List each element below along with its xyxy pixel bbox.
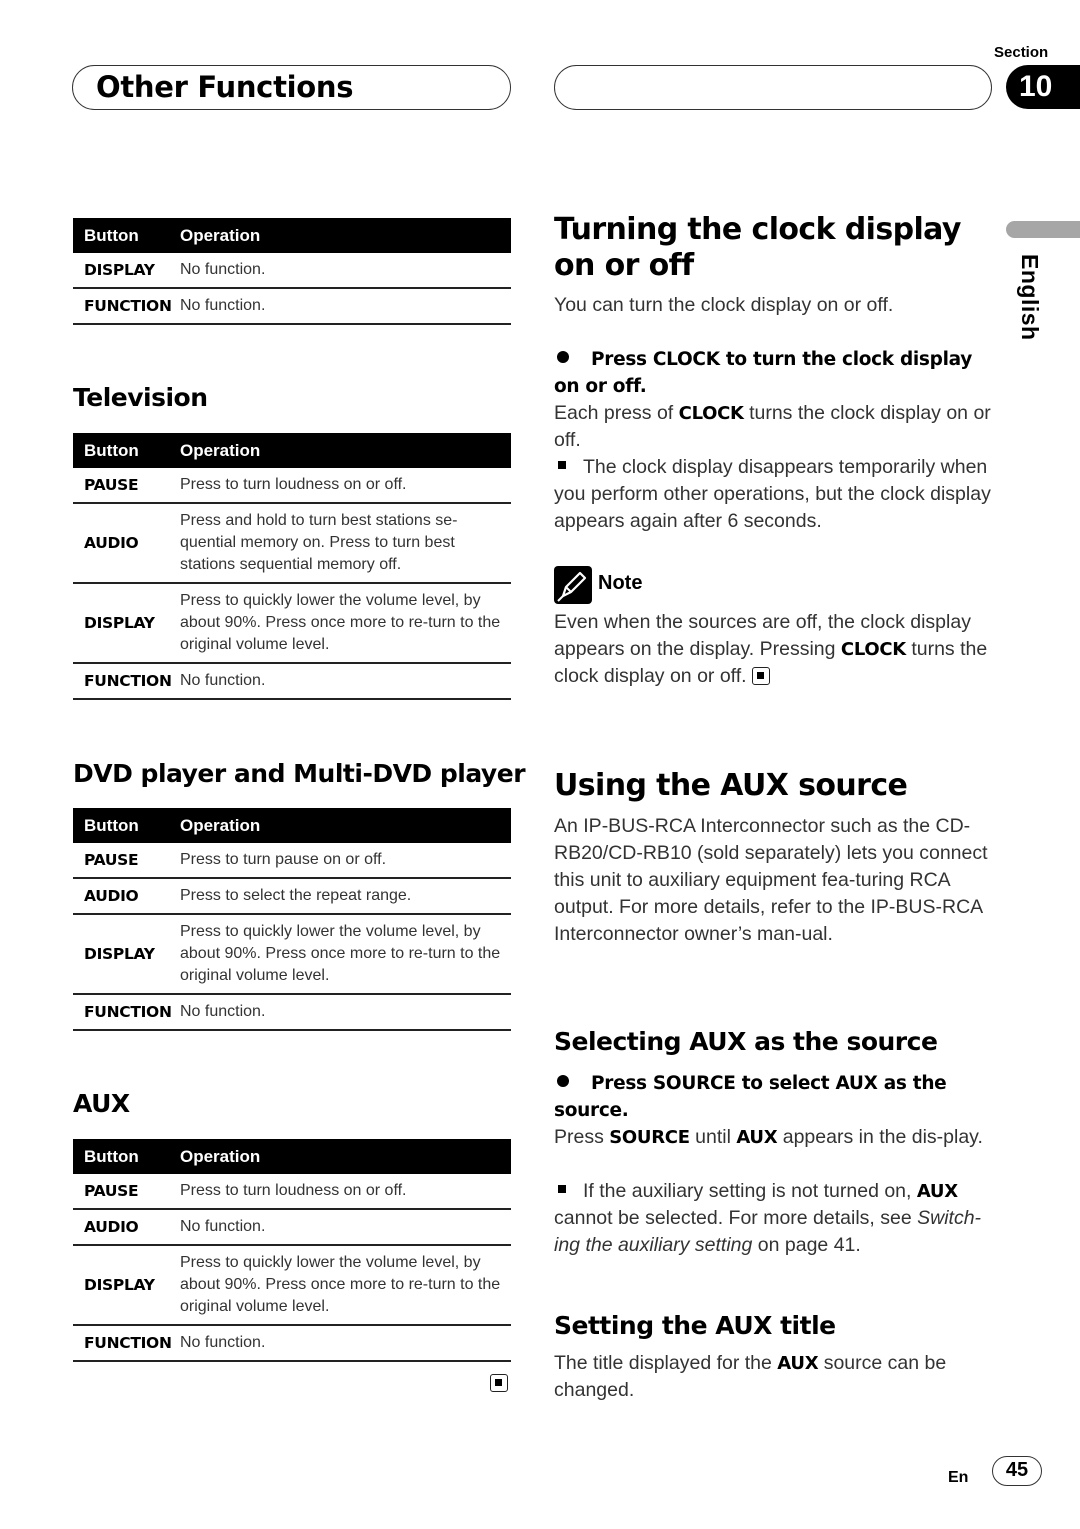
end-of-section-icon <box>752 667 770 685</box>
button-name: AUDIO <box>84 887 139 905</box>
dvd-table: Button Operation PAUSE Press to turn pau… <box>73 808 511 1031</box>
header-button: Button <box>84 440 139 460</box>
aux-heading: AUX <box>73 1089 130 1118</box>
table-row: FUNCTION No function. <box>73 289 511 325</box>
header-operation: Operation <box>180 815 261 835</box>
clock-heading: Turning the clock display on or off <box>554 212 961 283</box>
operation-text: Press to quickly lower the volume level,… <box>180 923 501 984</box>
table-row: DISPLAY Press to quickly lower the volum… <box>73 584 511 664</box>
table-header: Button Operation <box>73 433 511 468</box>
button-name: FUNCTION <box>84 1003 172 1021</box>
button-name: FUNCTION <box>84 297 172 315</box>
table-header: Button Operation <box>73 218 511 253</box>
table-header: Button Operation <box>73 808 511 843</box>
table-row: FUNCTION No function. <box>73 995 511 1031</box>
button-name: DISPLAY <box>84 614 155 632</box>
operation-text: No function. <box>180 261 266 278</box>
square-bullet-icon <box>558 1185 566 1193</box>
square-bullet-icon <box>558 461 566 469</box>
operation-text: No function. <box>180 1003 266 1020</box>
operation-text: Press to turn loudness on or off. <box>180 1182 407 1199</box>
step-bullet-icon <box>557 1075 569 1087</box>
button-name: PAUSE <box>84 476 139 494</box>
clock-step-text: Press CLOCK to turn the clock display on… <box>554 349 973 397</box>
table-row: DISPLAY Press to quickly lower the volum… <box>73 1246 511 1326</box>
page-number: 45 <box>992 1456 1042 1486</box>
clock-step-body: Each press of CLOCK turns the clock disp… <box>554 402 991 451</box>
operation-text: Press and hold to turn best stations se-… <box>180 512 458 573</box>
operation-text: Press to turn pause on or off. <box>180 851 387 868</box>
button-name: DISPLAY <box>84 261 155 279</box>
table-header: Button Operation <box>73 1139 511 1174</box>
chapter-title: Other Functions <box>96 70 354 104</box>
operation-text: No function. <box>180 297 266 314</box>
operation-text: Press to turn loudness on or off. <box>180 476 407 493</box>
continued-table: Button Operation DISPLAY No function. FU… <box>73 218 511 325</box>
note-label: Note <box>598 572 643 594</box>
table-row: PAUSE Press to turn pause on or off. <box>73 843 511 879</box>
selecting-body: Press SOURCE until AUX appears in the di… <box>554 1126 983 1148</box>
television-table: Button Operation PAUSE Press to turn lou… <box>73 433 511 700</box>
header-operation: Operation <box>180 225 261 245</box>
aux-title-body: The title displayed for the AUX source c… <box>554 1352 947 1401</box>
button-name: PAUSE <box>84 1182 139 1200</box>
operation-text: No function. <box>180 1334 266 1351</box>
table-row: AUDIO Press and hold to turn best statio… <box>73 504 511 584</box>
table-row: DISPLAY No function. <box>73 253 511 289</box>
chapter-title-box: Other Functions <box>72 65 511 110</box>
operation-text: Press to select the repeat range. <box>180 887 412 904</box>
selecting-bullet: If the auxiliary setting is not turned o… <box>554 1180 982 1256</box>
table-row: FUNCTION No function. <box>73 1326 511 1362</box>
operation-text: No function. <box>180 1218 266 1235</box>
aux-source-heading: Using the AUX source <box>554 768 908 803</box>
selecting-step: Press SOURCE to select AUX as the source… <box>554 1073 947 1121</box>
language-label: English <box>1017 254 1043 341</box>
table-row: AUDIO No function. <box>73 1210 511 1246</box>
aux-table: Button Operation PAUSE Press to turn lou… <box>73 1139 511 1362</box>
clock-bullet: The clock display disappears temporarily… <box>554 456 991 532</box>
step-bullet-icon <box>557 351 569 363</box>
section-label: Section <box>994 44 1049 61</box>
end-of-section-icon <box>490 1374 508 1392</box>
header-button: Button <box>84 225 139 245</box>
selecting-heading: Selecting AUX as the source <box>554 1027 938 1056</box>
aux-source-body: An IP-BUS-RCA Interconnector such as the… <box>554 815 988 945</box>
operation-text: Press to quickly lower the volume level,… <box>180 1254 501 1315</box>
section-number-badge: 10 <box>1006 65 1080 109</box>
dvd-heading: DVD player and Multi-DVD player <box>73 759 526 788</box>
footer-language-code: En <box>948 1469 969 1486</box>
button-name: FUNCTION <box>84 1334 172 1352</box>
note-body: Even when the sources are off, the clock… <box>554 611 988 687</box>
clock-intro: You can turn the clock display on or off… <box>554 294 894 316</box>
header-button: Button <box>84 815 139 835</box>
table-row: DISPLAY Press to quickly lower the volum… <box>73 915 511 995</box>
button-name: AUDIO <box>84 1218 139 1236</box>
header-operation: Operation <box>180 1146 261 1166</box>
table-row: FUNCTION No function. <box>73 664 511 700</box>
table-row: PAUSE Press to turn loudness on or off. <box>73 468 511 504</box>
button-name: PAUSE <box>84 851 139 869</box>
table-row: PAUSE Press to turn loudness on or off. <box>73 1174 511 1210</box>
operation-text: No function. <box>180 672 266 689</box>
header-operation: Operation <box>180 440 261 460</box>
header-empty-box <box>554 65 992 110</box>
button-name: DISPLAY <box>84 1276 155 1294</box>
header-button: Button <box>84 1146 139 1166</box>
button-name: DISPLAY <box>84 945 155 963</box>
language-tab-marker <box>1006 221 1080 238</box>
television-heading: Television <box>73 383 208 412</box>
clock-key: CLOCK <box>678 403 744 424</box>
clock-step: Press CLOCK to turn the clock display on… <box>554 346 994 400</box>
button-name: AUDIO <box>84 534 139 552</box>
note-pencil-icon <box>554 566 592 604</box>
table-row: AUDIO Press to select the repeat range. <box>73 879 511 915</box>
aux-title-heading: Setting the AUX title <box>554 1311 836 1340</box>
button-name: FUNCTION <box>84 672 172 690</box>
operation-text: Press to quickly lower the volume level,… <box>180 592 501 653</box>
